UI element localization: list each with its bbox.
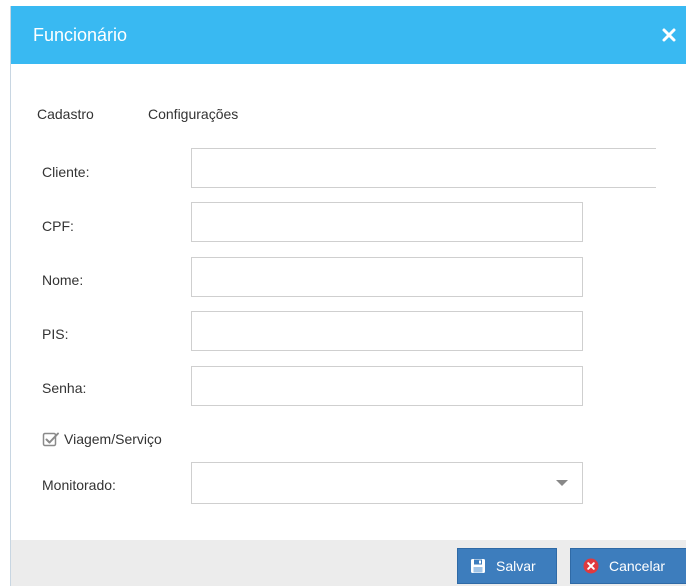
pis-label: PIS: [42,326,69,342]
cpf-input[interactable] [191,202,583,242]
senha-input[interactable] [191,366,583,406]
save-button[interactable]: Salvar [457,548,557,584]
tab-configuracoes[interactable]: Configurações [148,106,238,122]
monitorado-label: Monitorado: [42,477,116,493]
dialog-footer: Salvar Cancelar [11,540,686,586]
checkbox-checked-icon[interactable] [42,430,60,448]
cpf-label: CPF: [42,218,74,234]
funcionario-dialog: Funcionário Cadastro Configurações Clien… [10,6,686,586]
viagem-servico-label[interactable]: Viagem/Serviço [64,431,162,447]
pis-input[interactable] [191,311,583,351]
monitorado-select[interactable] [191,462,583,504]
chevron-down-icon[interactable] [556,480,568,486]
cancel-button-label: Cancelar [609,558,666,574]
nome-label: Nome: [42,272,84,288]
nome-input[interactable] [191,257,583,297]
tab-cadastro[interactable]: Cadastro [37,106,94,122]
save-button-label: Salvar [496,558,536,574]
x-circle-icon [583,558,599,574]
cancel-button[interactable]: Cancelar [570,548,686,584]
tab-bar: Cadastro Configurações [11,106,686,128]
dialog-title: Funcionário [33,25,128,45]
close-icon[interactable] [659,25,679,45]
floppy-disk-icon [470,558,486,574]
cliente-input[interactable] [191,148,656,188]
senha-label: Senha: [42,380,87,396]
dialog-titlebar: Funcionário [11,6,686,64]
cliente-label: Cliente: [42,164,90,180]
